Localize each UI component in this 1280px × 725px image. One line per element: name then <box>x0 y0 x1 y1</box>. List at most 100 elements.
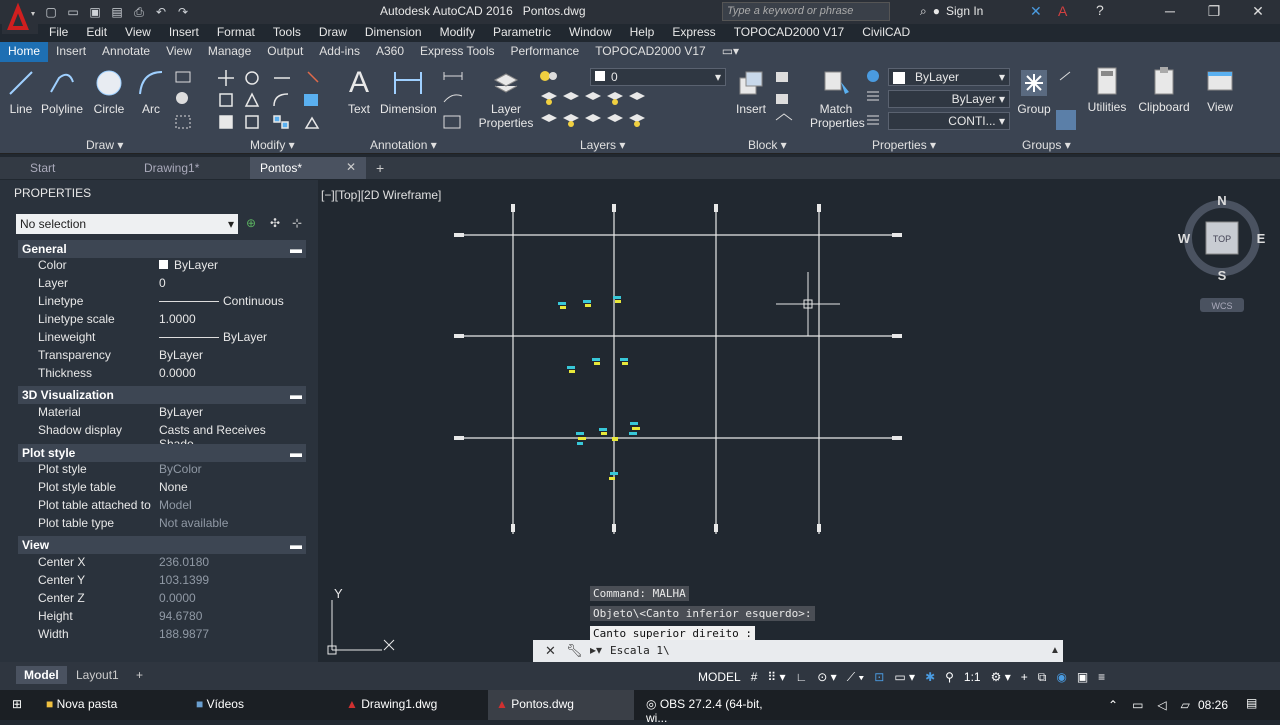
new-icon[interactable]: ▢ <box>42 3 60 21</box>
prop-row-lineweight[interactable]: Lineweight ByLayer <box>18 330 306 348</box>
notifications-icon[interactable]: ▤ <box>1246 696 1257 710</box>
plot-icon[interactable]: ⎙ <box>130 3 148 21</box>
osnap-icon[interactable]: ⊡ <box>874 670 884 684</box>
prop-row-center-y[interactable]: Center Y 103.1399 <box>18 573 306 591</box>
pickadd-icon[interactable]: ⊹ <box>292 216 302 230</box>
tab-add-ins[interactable]: Add-ins <box>311 42 368 62</box>
selection-cycling-icon[interactable]: ✱ <box>925 670 935 684</box>
save-as-icon[interactable]: ▤ <box>108 3 126 21</box>
open-icon[interactable]: ▭ <box>64 3 82 21</box>
panel-groups-label[interactable]: Groups ▾ <box>1022 138 1071 152</box>
tab-express-tools[interactable]: Express Tools <box>412 42 502 62</box>
draw-small-tools-icon[interactable] <box>172 68 202 132</box>
plus-icon[interactable]: + <box>1021 670 1028 684</box>
hardware-accel-icon[interactable]: ◉ <box>1056 670 1066 684</box>
taskbar-item-videos[interactable]: ■ Vídeos <box>188 690 328 720</box>
tab-view[interactable]: View <box>158 42 200 62</box>
menu-modify[interactable]: Modify <box>431 24 484 42</box>
prop-row-linetype-scale[interactable]: Linetype scale 1.0000 <box>18 312 306 330</box>
viewcube[interactable]: TOP N S E W WCS <box>1178 193 1266 312</box>
otrack-icon[interactable]: ▭ ▾ <box>894 670 915 684</box>
isolate-icon[interactable]: ⧉ <box>1038 670 1047 685</box>
lightbulb-icon[interactable] <box>537 68 557 86</box>
close-tab-icon[interactable]: ✕ <box>346 160 356 174</box>
tab-topocad[interactable]: TOPOCAD2000 V17 <box>587 42 714 62</box>
prop-row-width[interactable]: Width 188.9877 <box>18 627 306 645</box>
panel-properties-label[interactable]: Properties ▾ <box>872 138 936 152</box>
taskbar-item-folder[interactable]: ■ Nova pasta <box>38 690 178 720</box>
menu-topocad[interactable]: TOPOCAD2000 V17 <box>725 24 854 42</box>
doc-tab-start[interactable]: Start <box>20 157 130 179</box>
insert-button[interactable]: Insert <box>734 68 768 116</box>
selection-dropdown[interactable]: No selection ▾ <box>16 214 238 234</box>
select-objects-icon[interactable]: ✣ <box>270 216 280 230</box>
color-dropdown[interactable]: ByLayer ▾ <box>888 68 1010 86</box>
layer-properties-button[interactable]: Layer Properties <box>478 68 534 130</box>
line-button[interactable]: Line <box>6 68 36 116</box>
tab-manage[interactable]: Manage <box>200 42 259 62</box>
add-layout-icon[interactable]: + <box>128 666 151 684</box>
binoculars-icon[interactable]: ⌕ <box>920 4 927 19</box>
arc-button[interactable]: Arc <box>136 68 166 116</box>
section-general[interactable]: General ▬ <box>18 240 306 258</box>
menu-express[interactable]: Express <box>663 24 724 42</box>
annotation-scale[interactable]: 1:1 <box>964 670 981 684</box>
tray-up-icon[interactable]: ⌃ <box>1108 698 1118 712</box>
user-icon[interactable]: ● <box>933 4 940 19</box>
modify-tools-icon[interactable] <box>216 68 328 132</box>
tab-a360[interactable]: A360 <box>368 42 412 62</box>
command-history-toggle-icon[interactable]: ▲ <box>1050 645 1060 656</box>
ribbon-options-icon[interactable]: ▭▾ <box>714 42 747 62</box>
autodesk-app-icon[interactable]: A <box>1058 3 1067 19</box>
prop-row-center-x[interactable]: Center X 236.0180 <box>18 555 306 573</box>
menu-view[interactable]: View <box>116 24 160 42</box>
tab-insert[interactable]: Insert <box>48 42 94 62</box>
prop-row-plot-style-table[interactable]: Plot style table None <box>18 480 306 498</box>
view-button[interactable]: View <box>1200 66 1240 114</box>
doc-tab-drawing1[interactable]: Drawing1* <box>134 157 246 179</box>
panel-modify-label[interactable]: Modify ▾ <box>250 138 295 152</box>
match-properties-button[interactable]: Match Properties <box>810 68 865 130</box>
customization-icon[interactable]: ≡ <box>1098 670 1105 684</box>
section-3d-visualization[interactable]: 3D Visualization ▬ <box>18 386 306 404</box>
customize-command-icon[interactable]: 🔧︎ <box>566 643 583 659</box>
menu-window[interactable]: Window <box>560 24 621 42</box>
maximize-button[interactable]: ❐ <box>1192 0 1236 24</box>
prop-row-color[interactable]: Color ByLayer <box>18 258 306 276</box>
prop-row-height[interactable]: Height 94.6780 <box>18 609 306 627</box>
redo-icon[interactable]: ↷ <box>174 3 192 21</box>
prop-row-center-z[interactable]: Center Z 0.0000 <box>18 591 306 609</box>
tab-annotate[interactable]: Annotate <box>94 42 158 62</box>
model-space-button[interactable]: MODEL <box>698 670 741 684</box>
annotation-visibility-icon[interactable]: ⚲ <box>945 670 954 684</box>
grid-icon[interactable]: # <box>751 670 758 684</box>
layer-dropdown[interactable]: 0 ▾ <box>590 68 726 86</box>
search-input[interactable]: Type a keyword or phrase <box>722 2 890 21</box>
snap-icon[interactable]: ⠿ ▾ <box>767 670 785 684</box>
section-view[interactable]: View ▬ <box>18 536 306 554</box>
clipboard-button[interactable]: Clipboard <box>1138 66 1190 114</box>
prop-row-thickness[interactable]: Thickness 0.0000 <box>18 366 306 384</box>
group-button[interactable]: Group <box>1016 68 1052 116</box>
exchange-icon[interactable]: ✕ <box>1030 3 1042 20</box>
panel-annotation-label[interactable]: Annotation ▾ <box>370 138 437 152</box>
speaker-icon[interactable]: ◁ <box>1157 698 1166 712</box>
menu-dimension[interactable]: Dimension <box>356 24 431 42</box>
undo-icon[interactable]: ↶ <box>152 3 170 21</box>
linetype-dropdown[interactable]: ByLayer ▾ <box>888 90 1010 108</box>
menu-file[interactable]: File <box>40 24 77 42</box>
menu-insert[interactable]: Insert <box>160 24 208 42</box>
network-icon[interactable]: ▭ <box>1132 698 1143 712</box>
prop-row-layer[interactable]: Layer 0 <box>18 276 306 294</box>
panel-block-label[interactable]: Block ▾ <box>748 138 787 152</box>
new-tab-icon[interactable]: + <box>376 160 384 176</box>
tab-model[interactable]: Model <box>16 666 67 684</box>
polar-icon[interactable]: ⊙ ▾ <box>817 670 836 684</box>
tab-output[interactable]: Output <box>259 42 311 62</box>
tab-performance[interactable]: Performance <box>502 42 587 62</box>
dimension-button[interactable]: Dimension <box>380 68 437 116</box>
prop-row-transparency[interactable]: Transparency ByLayer <box>18 348 306 366</box>
menu-format[interactable]: Format <box>208 24 264 42</box>
autocad-logo-icon[interactable] <box>2 2 38 34</box>
group-tools-icon[interactable] <box>1056 68 1076 132</box>
